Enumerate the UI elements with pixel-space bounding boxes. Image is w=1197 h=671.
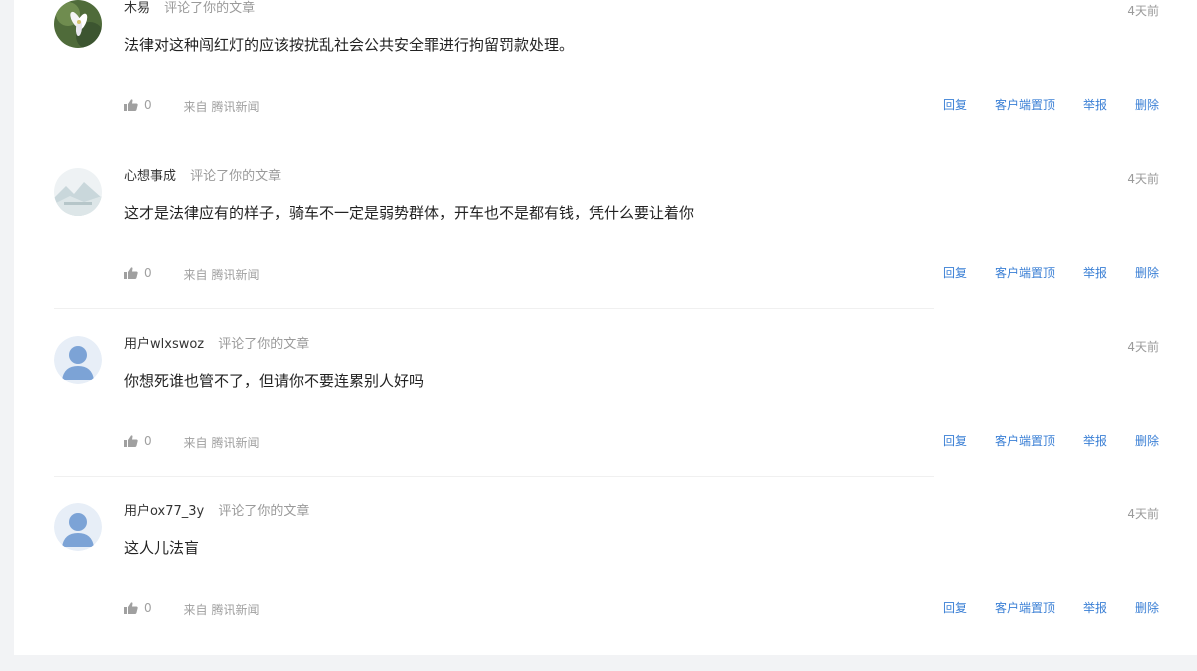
landscape-photo-icon xyxy=(54,168,102,216)
like-button[interactable]: 0 xyxy=(124,600,152,616)
username[interactable]: 心想事成 xyxy=(124,169,176,184)
default-user-icon xyxy=(54,336,102,384)
like-button[interactable]: 0 xyxy=(124,433,152,449)
source-prefix: 来自 xyxy=(183,268,208,282)
avatar[interactable] xyxy=(54,503,102,551)
thumbs-up-icon xyxy=(124,602,138,614)
default-user-icon xyxy=(54,503,102,551)
comment-time: 4天前 xyxy=(1127,172,1159,186)
comment-footer: 0 来自 腾讯新闻 xyxy=(124,600,260,617)
comment-header: 用户ox77_3y 评论了你的文章 xyxy=(124,504,309,520)
comment-source: 来自 腾讯新闻 xyxy=(183,100,259,114)
report-button[interactable]: 举报 xyxy=(1083,433,1107,449)
like-count: 0 xyxy=(144,434,152,448)
reply-button[interactable]: 回复 xyxy=(943,600,967,616)
comments-panel: 木易 评论了你的文章 4天前 法律对这种闯红灯的应该按扰乱社会公共安全罪进行拘留… xyxy=(14,0,1197,655)
comment-header: 心想事成 评论了你的文章 xyxy=(124,169,281,185)
delete-button[interactable]: 删除 xyxy=(1135,433,1159,449)
delete-button[interactable]: 删除 xyxy=(1135,97,1159,113)
divider xyxy=(54,476,934,477)
source-name: 腾讯新闻 xyxy=(211,100,260,114)
pin-button[interactable]: 客户端置顶 xyxy=(995,433,1055,449)
like-count: 0 xyxy=(144,601,152,615)
username[interactable]: 木易 xyxy=(124,1,150,16)
comment-text: 你想死谁也管不了，但请你不要连累别人好吗 xyxy=(124,372,425,390)
comment-action-text: 评论了你的文章 xyxy=(164,1,256,16)
comment-source: 来自 腾讯新闻 xyxy=(183,436,259,450)
thumbs-up-icon xyxy=(124,267,138,279)
delete-button[interactable]: 删除 xyxy=(1135,600,1159,616)
like-count: 0 xyxy=(144,266,152,280)
comment-footer: 0 来自 腾讯新闻 xyxy=(124,265,260,282)
comment-actions: 回复 客户端置顶 举报 删除 xyxy=(943,433,1159,449)
pin-button[interactable]: 客户端置顶 xyxy=(995,265,1055,281)
flower-photo-icon xyxy=(54,0,102,48)
comment-time: 4天前 xyxy=(1127,4,1159,18)
source-name: 腾讯新闻 xyxy=(211,268,260,282)
like-button[interactable]: 0 xyxy=(124,97,152,113)
avatar[interactable] xyxy=(54,168,102,216)
comment-action-text: 评论了你的文章 xyxy=(218,337,310,352)
comment-actions: 回复 客户端置顶 举报 删除 xyxy=(943,265,1159,281)
source-name: 腾讯新闻 xyxy=(211,603,260,617)
username[interactable]: 用户ox77_3y xyxy=(124,504,204,519)
report-button[interactable]: 举报 xyxy=(1083,265,1107,281)
reply-button[interactable]: 回复 xyxy=(943,97,967,113)
comment-text: 法律对这种闯红灯的应该按扰乱社会公共安全罪进行拘留罚款处理。 xyxy=(124,36,575,54)
comment-action-text: 评论了你的文章 xyxy=(190,169,282,184)
comment-source: 来自 腾讯新闻 xyxy=(183,603,259,617)
thumbs-up-icon xyxy=(124,435,138,447)
comment-actions: 回复 客户端置顶 举报 删除 xyxy=(943,600,1159,616)
avatar[interactable] xyxy=(54,0,102,48)
comment-text: 这人儿法盲 xyxy=(124,539,200,557)
comment-item: 用户wlxswoz 评论了你的文章 4天前 你想死谁也管不了，但请你不要连累别人… xyxy=(14,336,1197,504)
comment-footer: 0 来自 腾讯新闻 xyxy=(124,97,260,114)
like-button[interactable]: 0 xyxy=(124,265,152,281)
report-button[interactable]: 举报 xyxy=(1083,97,1107,113)
avatar[interactable] xyxy=(54,336,102,384)
divider xyxy=(54,308,934,309)
comment-header: 木易 评论了你的文章 xyxy=(124,1,255,17)
report-button[interactable]: 举报 xyxy=(1083,600,1107,616)
reply-button[interactable]: 回复 xyxy=(943,265,967,281)
comment-item: 心想事成 评论了你的文章 4天前 这才是法律应有的样子，骑车不一定是弱势群体，开… xyxy=(14,168,1197,336)
delete-button[interactable]: 删除 xyxy=(1135,265,1159,281)
pin-button[interactable]: 客户端置顶 xyxy=(995,97,1055,113)
comment-actions: 回复 客户端置顶 举报 删除 xyxy=(943,97,1159,113)
comment-footer: 0 来自 腾讯新闻 xyxy=(124,433,260,450)
comment-time: 4天前 xyxy=(1127,507,1159,521)
like-count: 0 xyxy=(144,98,152,112)
comment-text: 这才是法律应有的样子，骑车不一定是弱势群体，开车也不是都有钱，凭什么要让着你 xyxy=(124,204,695,222)
comment-source: 来自 腾讯新闻 xyxy=(183,268,259,282)
source-prefix: 来自 xyxy=(183,436,208,450)
comment-action-text: 评论了你的文章 xyxy=(218,504,310,519)
pin-button[interactable]: 客户端置顶 xyxy=(995,600,1055,616)
comment-header: 用户wlxswoz 评论了你的文章 xyxy=(124,337,309,353)
comment-time: 4天前 xyxy=(1127,340,1159,354)
thumbs-up-icon xyxy=(124,99,138,111)
source-name: 腾讯新闻 xyxy=(211,436,260,450)
username[interactable]: 用户wlxswoz xyxy=(124,337,204,352)
comment-item: 木易 评论了你的文章 4天前 法律对这种闯红灯的应该按扰乱社会公共安全罪进行拘留… xyxy=(14,0,1197,168)
source-prefix: 来自 xyxy=(183,603,208,617)
comment-item: 用户ox77_3y 评论了你的文章 4天前 这人儿法盲 0 来自 腾讯新闻 回复 … xyxy=(14,503,1197,671)
source-prefix: 来自 xyxy=(183,100,208,114)
reply-button[interactable]: 回复 xyxy=(943,433,967,449)
